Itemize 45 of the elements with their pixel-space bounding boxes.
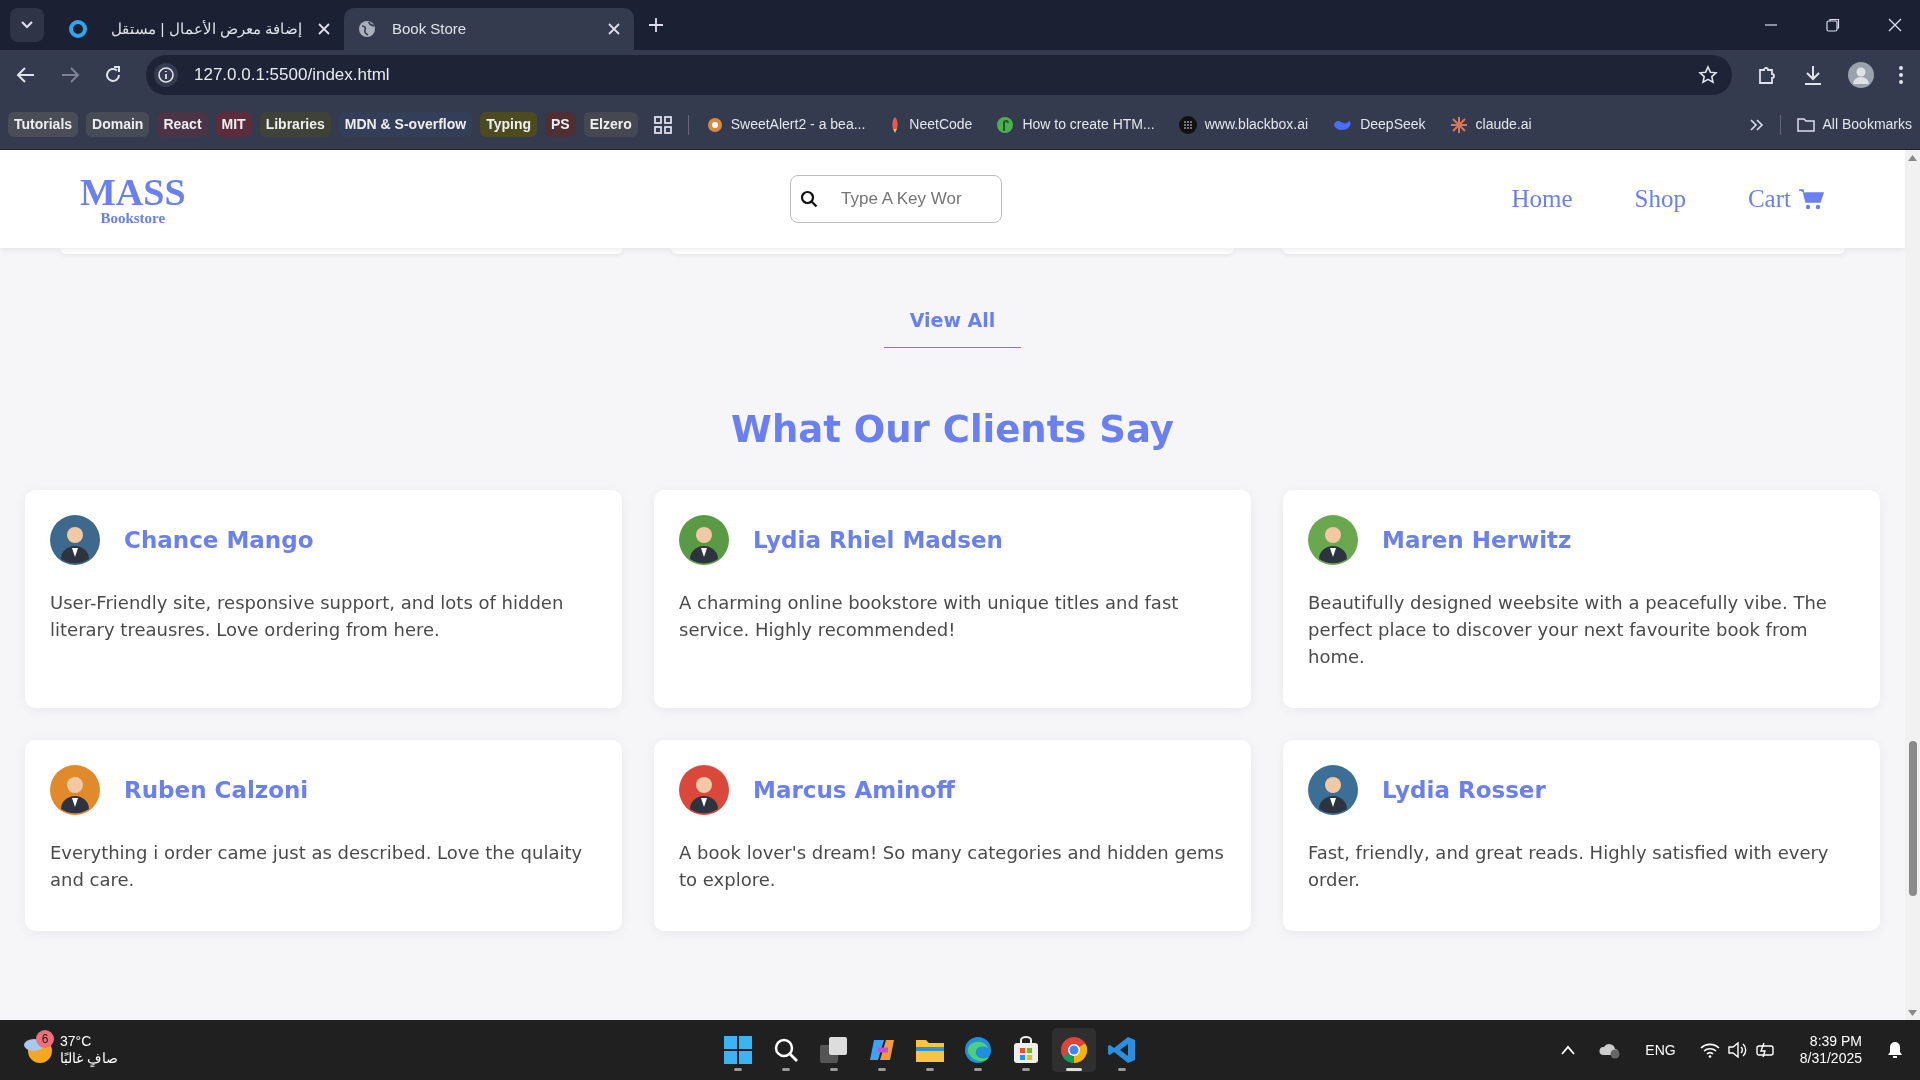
client-name: Marcus Aminoff [753,775,955,805]
bookmark-folder[interactable]: Libraries [259,112,331,137]
clock[interactable]: 8:39 PM 8/31/2025 [1799,1032,1862,1068]
tab-title: Book Store [392,18,468,39]
bookmark-link[interactable]: claude.ai [1449,114,1532,135]
bookmark-link[interactable]: NeetCode [889,114,973,135]
address-bar[interactable]: 127.0.0.1:5500/index.html [146,55,1732,95]
client-name: Maren Herwitz [1382,525,1572,555]
nav-link[interactable]: Cart [1747,180,1825,218]
browser-tab[interactable]: إضافة معرض الأعمال | مستقل [54,8,344,50]
language-indicator[interactable]: ENG [1645,1039,1676,1061]
bookmark-folder[interactable]: Domain [86,112,150,137]
bookmark-link[interactable]: DeepSeek [1332,114,1426,135]
bookmark-folder[interactable]: Tutorials [8,112,79,137]
logo[interactable]: MASS Bookstore [80,172,186,226]
all-bookmarks-link[interactable]: All Bookmarks [1796,114,1912,135]
nav-link[interactable]: Shop [1634,180,1686,218]
tab-title: إضافة معرض الأعمال | مستقل [110,18,302,40]
weather-condition: صافٍ غالبًا [60,1050,118,1068]
bookmark-link[interactable]: How to create HTM... [996,114,1155,135]
client-name: Chance Mango [124,525,314,555]
nav-link[interactable]: Home [1511,180,1573,218]
bookmark-folder[interactable]: React [157,112,208,137]
client-name: Ruben Calzoni [124,775,309,805]
bookmark-link[interactable]: www.blackbox.ai [1178,114,1309,135]
browser-tab[interactable]: Book Store [344,8,634,50]
review-text: A book lover's dream! So many categories and hidden gems to explore. [679,840,1225,892]
search-field[interactable]: Type A Key Wor [790,175,1002,223]
section-heading: What Our Clients Say [730,407,1175,452]
temperature-text: 37°C [60,1032,93,1050]
bookmark-folder[interactable]: Elzero [583,112,638,137]
notification-badge: 6 [36,1029,54,1048]
client-name: Lydia Rosser [1382,775,1546,805]
address-text: 127.0.0.1:5500/index.html [194,64,390,87]
review-text: Everything i order came just as described. Love the qulaity and care. [50,840,584,892]
review-text: Beautifully designed weebsite with a peacefully vibe. The perfect place to discover your next favourite book from home. [1308,590,1828,669]
bookmark-folder[interactable]: MDN & S-overflow [338,112,473,137]
review-text: A charming online bookstore with unique titles and fast service. Highly recommended! [679,590,1180,642]
client-name: Lydia Rhiel Madsen [753,525,1003,555]
bookmark-link[interactable]: SweetAlert2 - a bea... [706,114,866,135]
review-text: User-Friendly site, responsive support, and lots of hidden literary treausres. Love ordering from here. [50,590,565,642]
bookmark-folder[interactable]: MIT [215,112,252,137]
bookmark-folder[interactable]: PS [545,112,576,137]
review-text: Fast, friendly, and great reads. Highly satisfied with every order. [1308,840,1830,892]
bookmark-folder[interactable]: Typing [480,112,537,137]
